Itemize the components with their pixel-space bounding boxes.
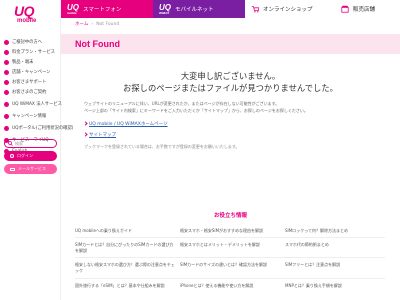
portal-icon [4, 125, 9, 131]
sidebar-item-devices[interactable]: 製品・端末 [4, 59, 33, 65]
chevron-right-icon [83, 132, 88, 137]
tab-mobile-net-badge-sub: WiMAX [159, 10, 170, 15]
sidebar-item-stores[interactable]: 店舗・キャンペーン [4, 69, 50, 75]
search-input[interactable]: 検索 [4, 139, 57, 148]
error-message: 大変申し訳ございません。 お探しのページまたはファイルが見つかりませんでした。 [61, 71, 400, 94]
page-title-bar: Not Found [61, 34, 400, 54]
tab-smartphone-badge-sub: mobile [67, 10, 77, 15]
plan-icon [4, 49, 9, 55]
sidebar-item-label: お客さまサポート [12, 80, 47, 85]
sidebar-item-label: UQポータル(ご利用状況の確認) [12, 126, 74, 131]
logo-text: UQ [14, 3, 35, 19]
info-link[interactable]: 格安スマホとはメリット・デメリットを解説 [180, 242, 280, 248]
bookmark-note: ブックマークを登録されている場合は、お手数ですが登録の変更をお願いいたします。 [84, 144, 240, 149]
phone-icon [4, 59, 9, 65]
tab-online-shop[interactable]: オンラインショップ [245, 0, 335, 18]
chevron-right-icon [83, 121, 88, 126]
sidebar-item-label: お客さまのご契約 [12, 90, 47, 95]
info-link[interactable]: MNPとは？乗り換え手順を解説 [285, 283, 385, 289]
divider [75, 278, 385, 279]
sitemap-link[interactable]: サイトマップ [83, 132, 116, 138]
useful-info-title: お役立ち情報 [213, 213, 247, 219]
document-icon [4, 89, 9, 95]
login-label: ログイン [17, 153, 33, 158]
sidebar-item-business[interactable]: UQ WiMAX 法人サービス [4, 101, 62, 107]
sidebar-item-support[interactable]: お客さまサポート [4, 79, 46, 85]
info-link[interactable]: スマホ代の節約術まとめ [285, 242, 385, 248]
sidebar-item-plans[interactable]: 料金プラン・サービス [4, 49, 55, 55]
sidebar-item-label: キャンペーン情報 [12, 114, 47, 119]
error-message-line1: 大変申し訳ございません。 [180, 71, 281, 81]
sidebar-item-campaign[interactable]: キャンペーン情報 [4, 113, 46, 119]
info-link[interactable]: SIMフリーとは？注意点を解説 [285, 262, 385, 268]
tab-mobile-net-label: モバイルネット [175, 7, 214, 13]
info-link[interactable]: SIMカードのサイズの違いとは？確認方法を解説 [180, 262, 280, 268]
sitemap-link-label: サイトマップ [89, 133, 116, 138]
search-icon [8, 141, 13, 146]
sidebar-item-consider[interactable]: ご検討中の方へ [4, 39, 42, 45]
info-link[interactable]: iPhoneとは？使える機能や使い方を解説 [180, 283, 280, 289]
info-link[interactable]: 格安スマホ・格安SIMがおすすめな理由を解説 [180, 228, 263, 234]
logo-sub-text: mobile [17, 18, 37, 24]
info-link[interactable]: 格安しない格安スマホの選び方！選ぶ際の注意点をチェック [75, 262, 175, 274]
tab-store[interactable]: 販売店舗 [335, 0, 400, 18]
homepage-link[interactable]: UQ mobile / UQ WiMAXホームページ [83, 121, 168, 127]
sidebar-item-contract[interactable]: お客さまのご契約 [4, 89, 46, 95]
breadcrumb-current: Not Found [96, 21, 120, 27]
tab-smartphone-label: スマートフォン [83, 7, 122, 13]
tab-online-shop-label: オンラインショップ [263, 7, 313, 13]
store-icon [4, 69, 9, 75]
info-link[interactable]: 国外旅行する「eSIM」とは？基本や仕組みを解説 [75, 283, 175, 289]
breadcrumb: ホーム › Not Found [75, 21, 120, 28]
tab-store-label: 販売店舗 [353, 7, 376, 13]
tab-mobile-net[interactable]: UQ WiMAX モバイルネット [153, 0, 245, 18]
info-link[interactable]: SIMロックって何？解除方法まとめ [285, 228, 348, 234]
user-icon [4, 39, 9, 45]
support-icon [4, 79, 9, 85]
explanation-line2: ページ上部の「サイト内検索」にキーワードをご入力いただくか「サイトマップ」から、… [84, 108, 308, 113]
explanation-text: ウェブサイトのリニューアルに伴い、URLが変更されたか、またはページが存在しない… [84, 100, 384, 114]
page-title: Not Found [75, 39, 120, 49]
store-icon [341, 5, 349, 13]
info-link[interactable]: SIMカードとは？自分にぴったりのSIMカードの選び方を解説 [75, 242, 175, 254]
divider [75, 257, 385, 258]
mail-icon [10, 167, 15, 171]
divider [75, 237, 385, 238]
sidebar-item-label: 店舗・キャンペーン [12, 70, 51, 75]
sidebar-item-label: ご検討中の方へ [12, 40, 43, 45]
info-link[interactable]: UQ mobileへの乗り換えガイド [75, 228, 132, 234]
cart-icon [251, 6, 259, 13]
mail-service-button[interactable]: メールサービス [4, 164, 57, 174]
sidebar-item-label: UQ WiMAX 法人サービス [12, 102, 62, 107]
logo[interactable]: UQ mobile [0, 0, 61, 34]
breadcrumb-separator: › [91, 21, 94, 27]
sidebar-item-label: 製品・端末 [12, 60, 34, 65]
error-message-line2: お探しのページまたはファイルが見つかりませんでした。 [123, 82, 338, 93]
search-placeholder: 検索 [15, 140, 23, 146]
tab-smartphone[interactable]: UQ mobile スマートフォン [61, 0, 153, 18]
sidebar-item-label: 料金プラン・サービス [12, 50, 55, 55]
mail-service-label: メールサービス [18, 166, 46, 171]
sidebar-item-portal[interactable]: UQポータル(ご利用状況の確認) [4, 125, 73, 131]
explanation-line1: ウェブサイトのリニューアルに伴い、URLが変更されたか、またはページが存在しない… [84, 101, 280, 106]
homepage-link-label: UQ mobile / UQ WiMAXホームページ [89, 122, 168, 127]
gift-icon [4, 113, 9, 119]
breadcrumb-home[interactable]: ホーム [75, 21, 88, 27]
login-button[interactable]: ログイン [4, 151, 57, 161]
building-icon [4, 101, 9, 107]
login-icon [10, 154, 14, 158]
